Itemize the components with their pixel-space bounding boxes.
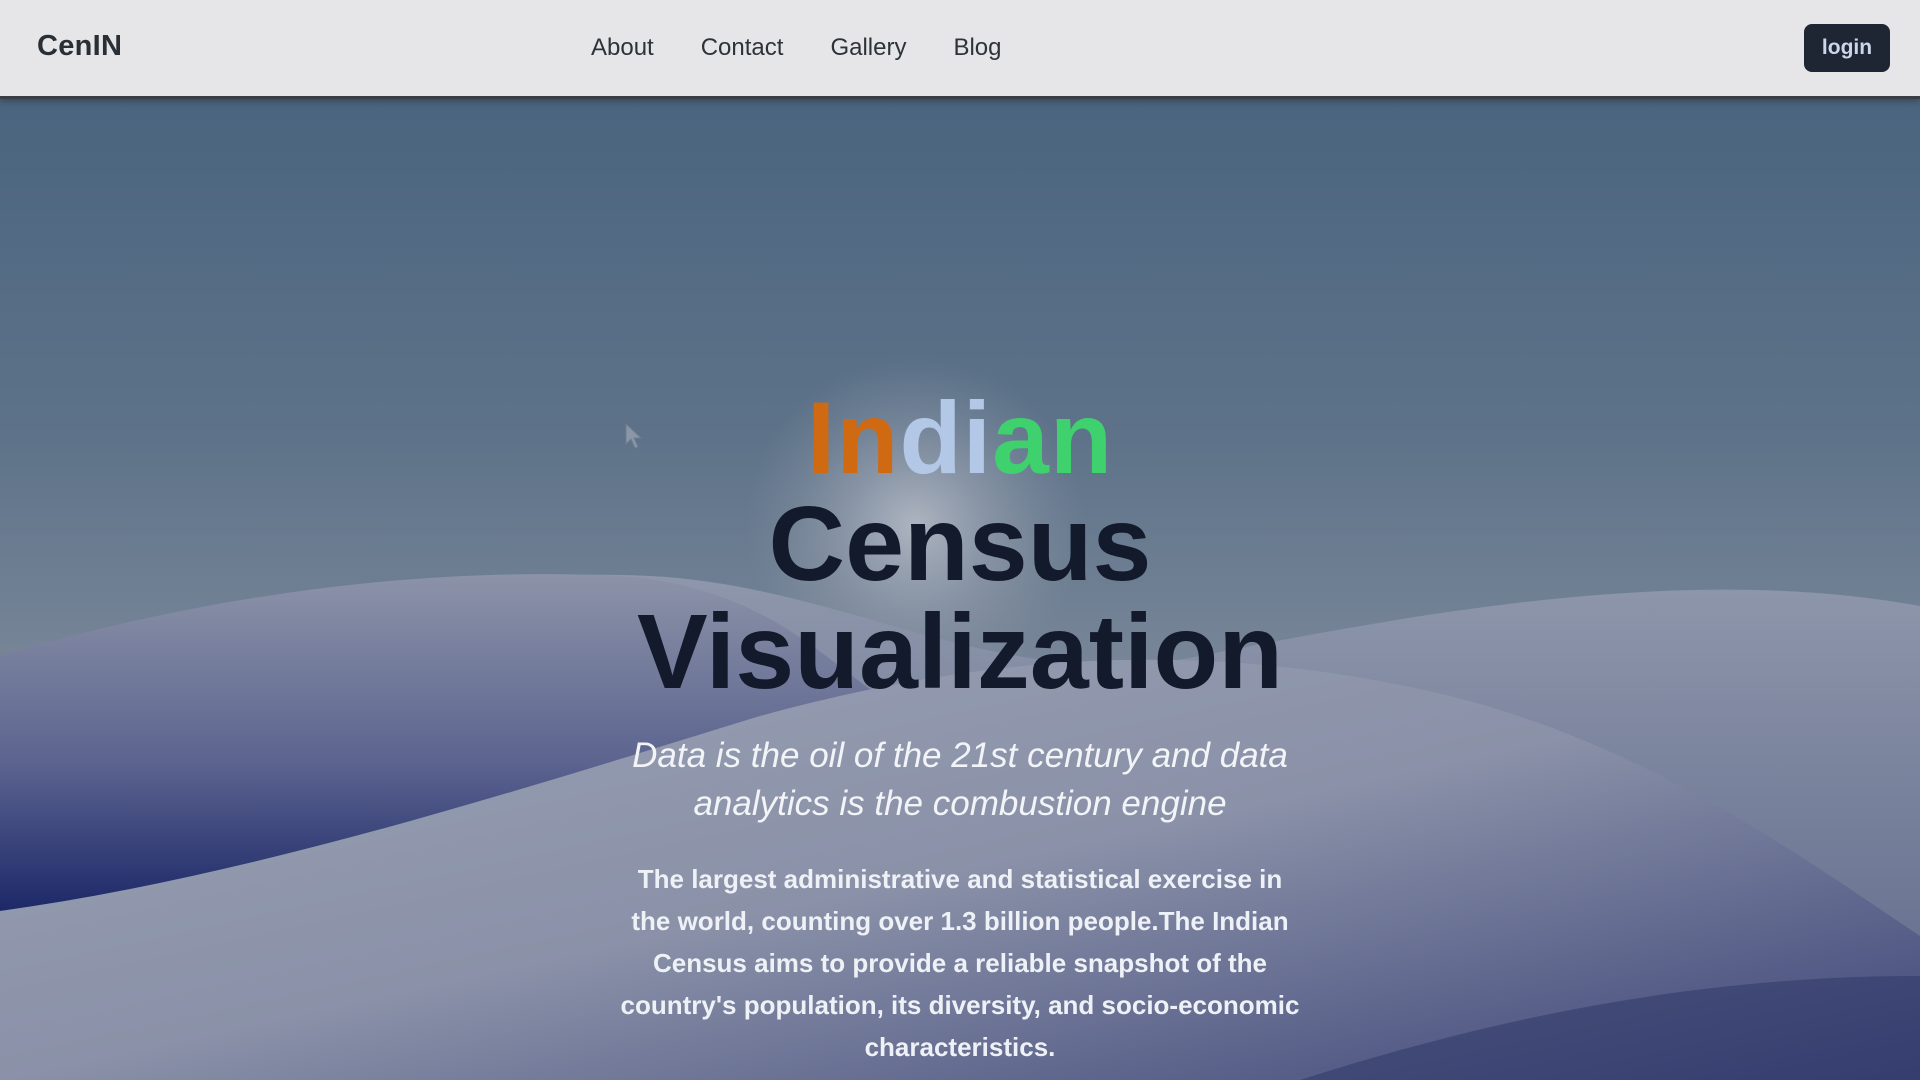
nav-links: About Contact Gallery Blog: [591, 34, 1049, 62]
login-button[interactable]: login: [1804, 24, 1890, 72]
hero-section: Indian Census Visualization Data is the …: [0, 96, 1920, 1080]
top-navbar: CenIN About Contact Gallery Blog login: [0, 0, 1920, 96]
hero-title-indian: Indian: [560, 386, 1360, 490]
hero-title-visualization: Visualization: [637, 593, 1283, 711]
nav-link-about[interactable]: About: [591, 34, 654, 62]
nav-link-blog[interactable]: Blog: [953, 34, 1001, 62]
hero-description: The largest administrative and statistic…: [620, 864, 1300, 1062]
title-part-white: di: [899, 381, 993, 495]
nav-link-contact[interactable]: Contact: [701, 34, 784, 62]
title-part-green: an: [992, 381, 1114, 495]
hero-title-census: Census: [768, 485, 1152, 603]
brand-logo[interactable]: CenIN: [37, 30, 122, 63]
nav-link-gallery[interactable]: Gallery: [830, 34, 906, 62]
hero-content: Indian Census Visualization Data is the …: [560, 386, 1360, 1068]
title-part-saffron: In: [806, 381, 900, 495]
hero-tagline: Data is the oil of the 21st century and …: [632, 736, 1288, 823]
